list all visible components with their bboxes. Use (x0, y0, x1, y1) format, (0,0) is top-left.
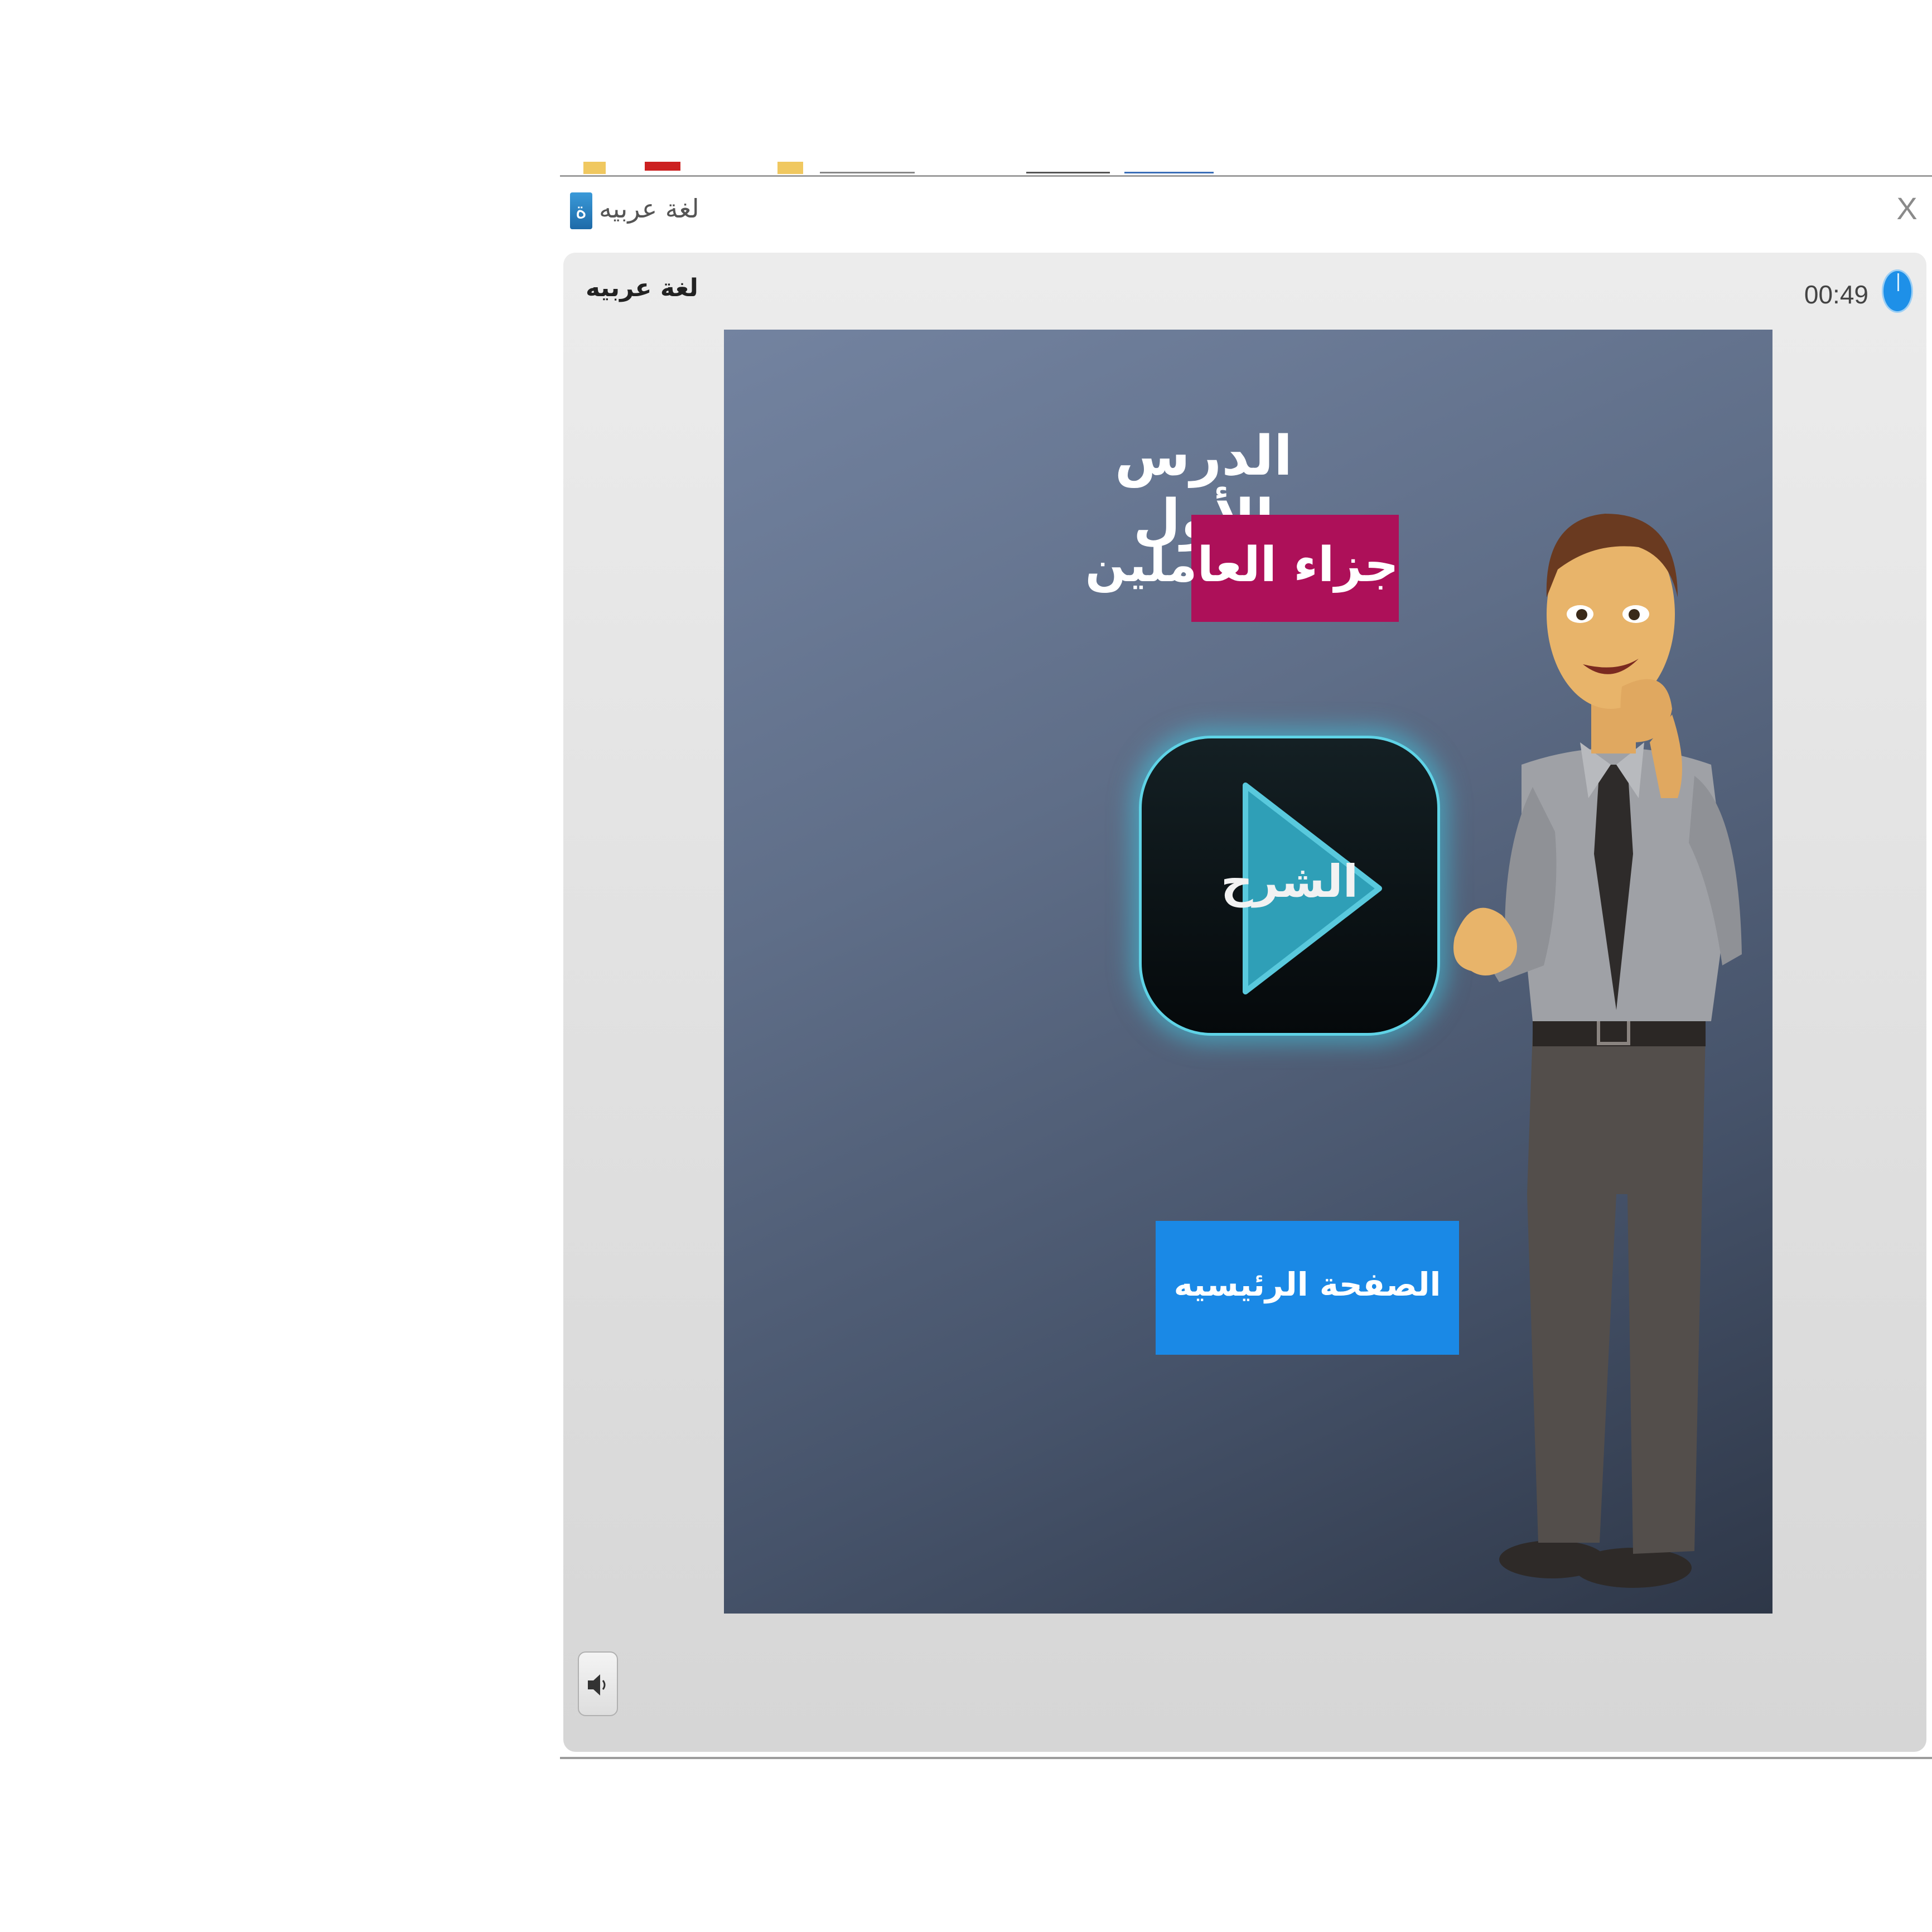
home-page-button[interactable]: الصفحة الرئيسيه (1156, 1221, 1459, 1355)
taskbar-folder-icon (777, 162, 803, 174)
explanation-play-button[interactable]: الشرح (1139, 736, 1440, 1036)
close-button[interactable]: X (1893, 189, 1921, 228)
taskbar-app-icon (645, 162, 680, 171)
player-panel: لغة عربيه 00:49 الدرس الأول جزاء العاملي… (563, 253, 1926, 1752)
taskbar-item (1026, 162, 1110, 173)
sound-toggle-button[interactable] (578, 1651, 618, 1716)
home-button-label: الصفحة الرئيسيه (1173, 1266, 1441, 1303)
panel-title: لغة عربيه (586, 274, 698, 302)
topic-title: جزاء العاملين (1085, 537, 1399, 593)
app-icon: ة (570, 192, 592, 229)
teacher-character-illustration (1453, 514, 1742, 1588)
taskbar-folder-icon (583, 162, 606, 174)
speaker-icon (588, 1674, 606, 1696)
timer-icon (1882, 269, 1913, 313)
background-taskbar-strip (560, 162, 1932, 175)
window-title: لغة عربيه (599, 194, 699, 224)
app-window: ة لغة عربيه X لغة عربيه 00:49 الدرس الأو… (560, 175, 1932, 1759)
title-bar: ة لغة عربيه X (560, 177, 1932, 249)
slide-canvas: الدرس الأول جزاء العاملين الشرح الصفحة ا… (724, 330, 1772, 1614)
topic-banner: جزاء العاملين (1085, 515, 1399, 622)
taskbar-item (820, 162, 915, 173)
taskbar-item (1124, 162, 1214, 173)
play-button-label: الشرح (1220, 856, 1359, 907)
timer-text: 00:49 (1804, 280, 1868, 309)
timer: 00:49 (1801, 269, 1913, 314)
